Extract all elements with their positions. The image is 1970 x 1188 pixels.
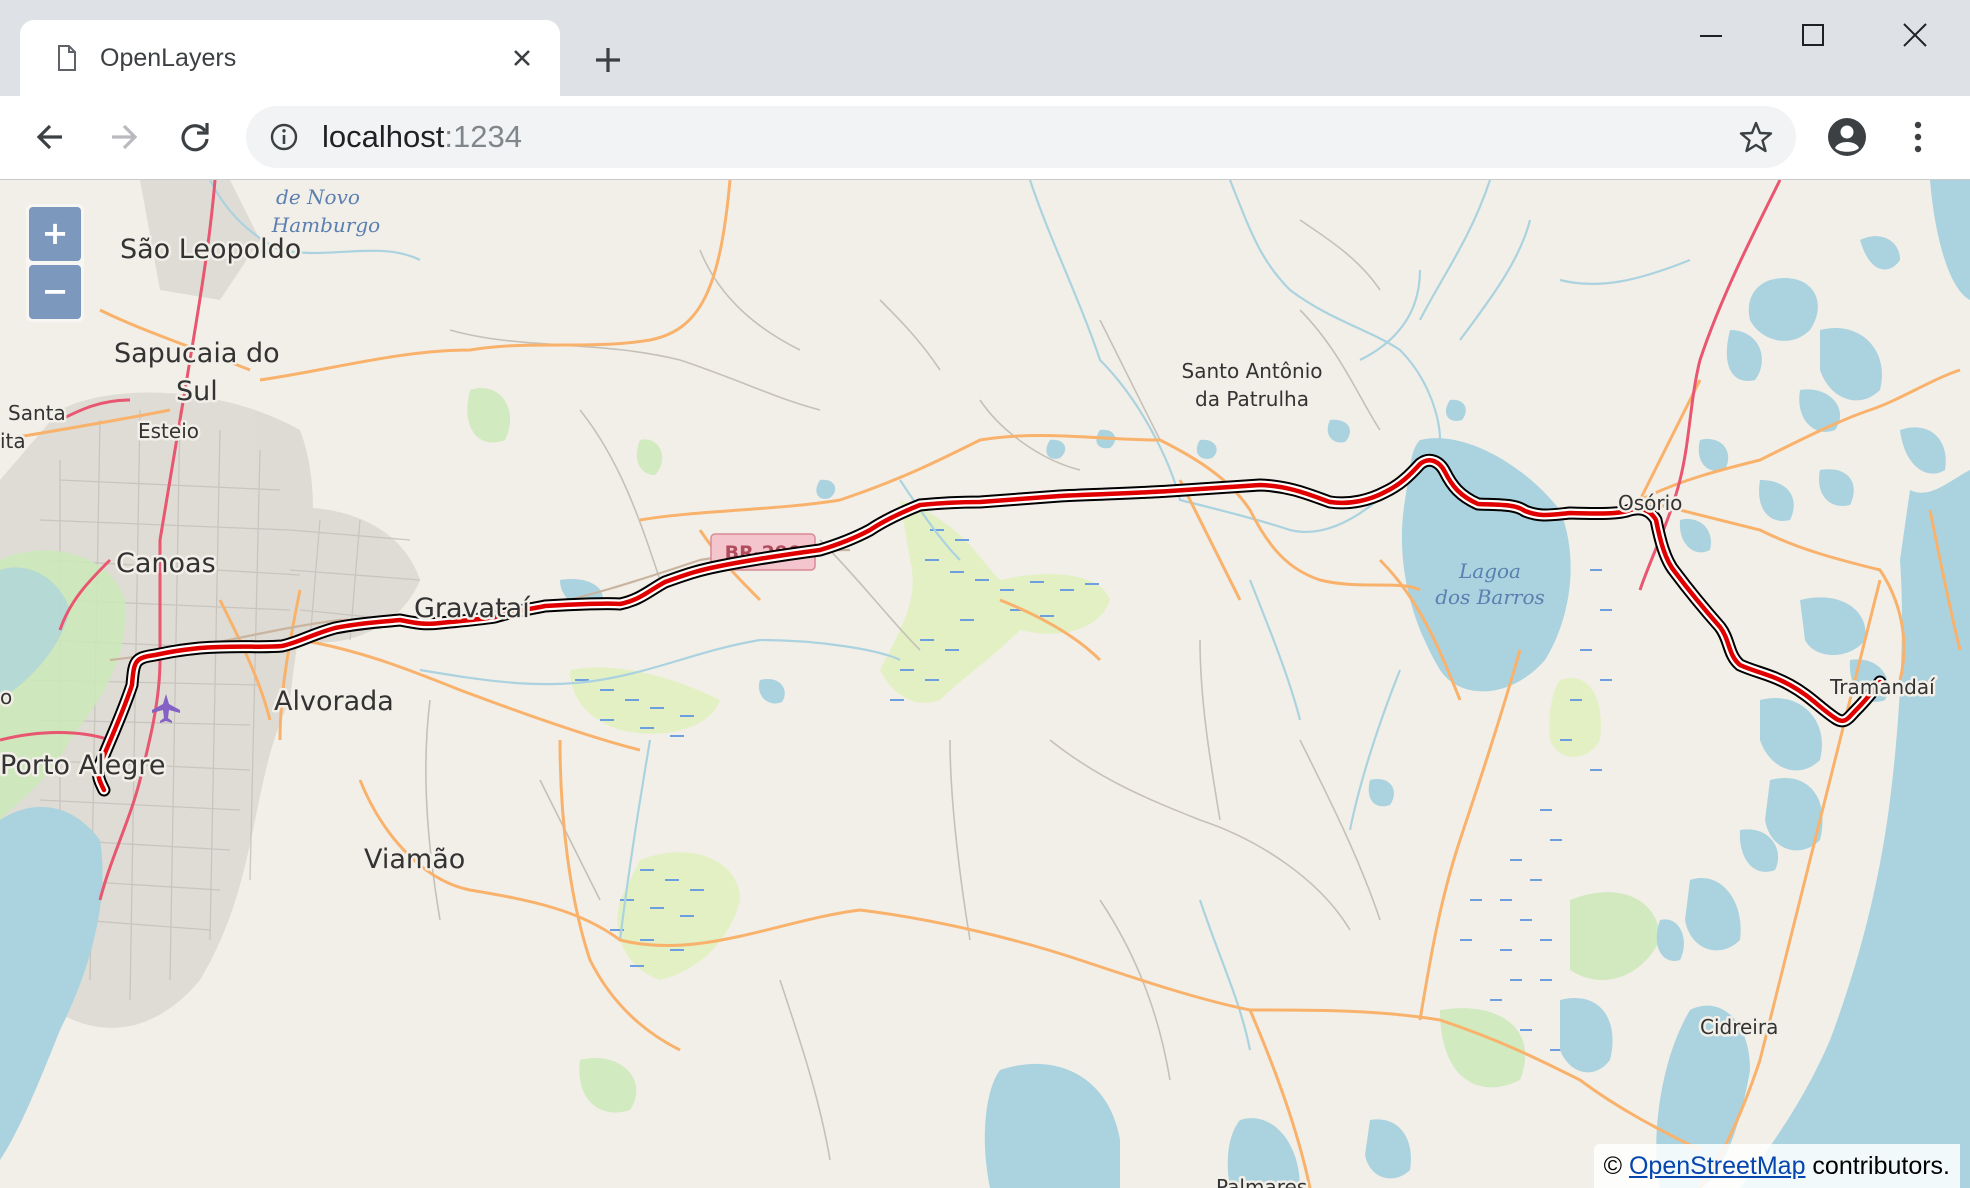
label-left-edge: o — [0, 685, 12, 709]
url-port: :1234 — [444, 119, 522, 154]
label-sao-leopoldo: São Leopoldo — [120, 234, 301, 265]
bookmark-star-icon[interactable] — [1738, 119, 1774, 155]
url-host: localhost — [322, 119, 445, 154]
label-lagoa-2: dos Barros — [1435, 585, 1545, 609]
url-text[interactable]: localhost:1234 — [322, 120, 522, 154]
osm-basemap: BR-290 de Novo Hamburgo São Leopoldo Sap… — [0, 180, 1970, 1188]
minimize-icon[interactable] — [1676, 14, 1746, 56]
label-viamao: Viamão — [364, 844, 465, 875]
label-sapucaia-2: Sul — [176, 376, 218, 407]
close-window-icon[interactable] — [1880, 14, 1950, 56]
new-tab-icon[interactable] — [586, 38, 630, 82]
close-tab-icon[interactable] — [506, 42, 538, 74]
map-viewport[interactable]: BR-290 de Novo Hamburgo São Leopoldo Sap… — [0, 180, 1970, 1188]
label-gravatai: Gravataí — [414, 593, 531, 624]
label-santo-antonio-1: Santo Antônio — [1182, 359, 1323, 383]
label-sapucaia-1: Sapucaia do — [114, 338, 280, 369]
zoom-out-button[interactable]: − — [29, 265, 81, 319]
maximize-icon[interactable] — [1778, 14, 1848, 56]
zoom-in-button[interactable]: + — [29, 207, 81, 261]
browser-window: OpenLayers localhost:1234 BR-290 de Novo… — [0, 0, 1970, 1188]
back-arrow-icon[interactable] — [28, 114, 74, 160]
profile-avatar-icon[interactable] — [1826, 116, 1868, 158]
label-porto-alegre: Porto Alegre — [0, 750, 165, 781]
attribution-prefix: © — [1603, 1152, 1629, 1180]
label-tramandai: Tramandaí — [1829, 675, 1936, 699]
label-palmares: Palmares — [1216, 1175, 1307, 1188]
more-menu-icon[interactable] — [1900, 116, 1936, 158]
label-esteio: Esteio — [138, 419, 199, 443]
reload-icon[interactable] — [172, 114, 218, 160]
zoom-control: + − — [26, 204, 84, 322]
label-rita: ita — [0, 429, 26, 453]
label-santo-antonio-2: da Patrulha — [1195, 387, 1309, 411]
page-icon — [58, 45, 76, 71]
openstreetmap-link[interactable]: OpenStreetMap — [1629, 1152, 1806, 1180]
label-lagoa-1: Lagoa — [1458, 559, 1521, 583]
address-bar[interactable]: localhost:1234 — [246, 106, 1796, 168]
label-cidreira: Cidreira — [1700, 1015, 1778, 1039]
tab-title: OpenLayers — [100, 44, 237, 72]
browser-toolbar: localhost:1234 — [0, 96, 1970, 180]
forward-arrow-icon[interactable] — [100, 114, 146, 160]
label-santa: Santa — [8, 401, 66, 425]
tab-openlayers[interactable]: OpenLayers — [20, 20, 560, 96]
label-alvorada: Alvorada — [274, 686, 394, 717]
info-icon[interactable] — [268, 121, 300, 153]
tab-strip: OpenLayers — [0, 0, 1970, 96]
attribution: © OpenStreetMap contributors. — [1593, 1144, 1960, 1188]
attribution-suffix: contributors. — [1805, 1152, 1950, 1180]
label-osorio: Osório — [1618, 491, 1682, 515]
label-canoas: Canoas — [116, 548, 216, 579]
label-novo-hamburgo-1: de Novo — [276, 185, 360, 209]
